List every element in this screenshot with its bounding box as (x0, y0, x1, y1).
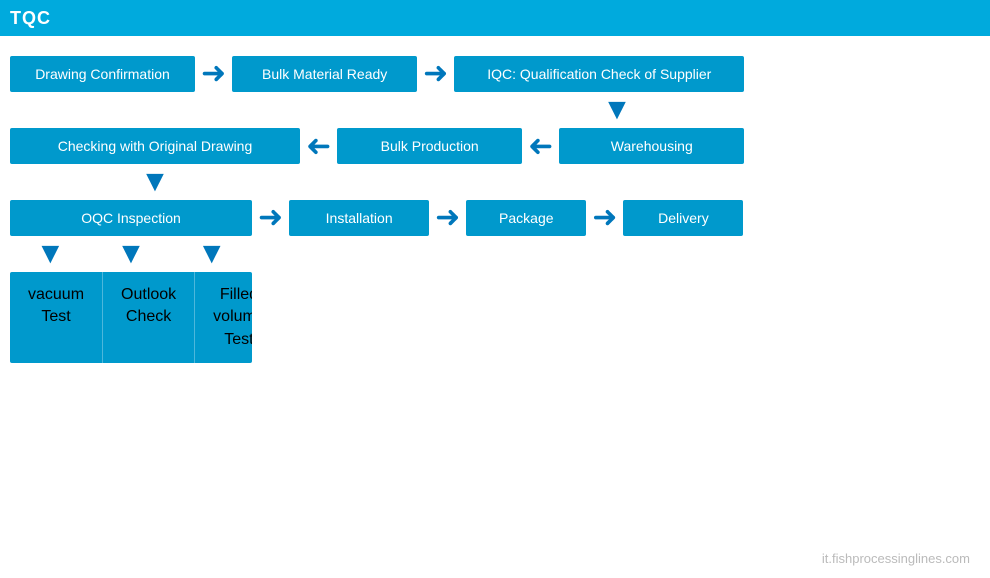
arrow-r2-2: ➜ (522, 131, 559, 161)
arrow-down-outlook: ▼ (116, 239, 146, 269)
box-checking: Checking with Original Drawing (10, 128, 300, 164)
box-drawing-confirmation: Drawing Confirmation (10, 56, 195, 92)
box-oqc-inspection: OQC Inspection (10, 200, 252, 236)
sub-item-vacuum: vacuum Test (10, 272, 103, 363)
arrow-r1-1: ➜ (195, 59, 232, 89)
arrow-r3-3: ➜ (586, 203, 623, 233)
arrow-down-iqc: ▼ (602, 95, 632, 125)
arrow-down-checking: ▼ (140, 167, 170, 197)
box-warehousing: Warehousing (559, 128, 744, 164)
sub-arrows-container: ▼ ▼ ▼ (10, 236, 252, 272)
sub-filled-line2: Test (213, 329, 252, 351)
arrow-down-vacuum: ▼ (35, 239, 65, 269)
arrow-r1-2: ➜ (417, 59, 454, 89)
arrow-r2-1: ➜ (300, 131, 337, 161)
sub-vacuum-line2: Test (28, 306, 84, 328)
header-title: TQC (10, 8, 51, 29)
box-bulk-production: Bulk Production (337, 128, 522, 164)
header-arrow-decoration (960, 0, 990, 36)
watermark: it.fishprocessinglines.com (822, 551, 970, 566)
flow-row-2: Checking with Original Drawing ➜ Bulk Pr… (10, 128, 980, 164)
arrow-down-iqc-container: ▼ (10, 92, 980, 128)
sub-outlook-line1: Outlook (121, 284, 176, 306)
box-installation: Installation (289, 200, 429, 236)
flow-row-3: OQC Inspection ➜ Installation ➜ Package … (10, 200, 980, 236)
sub-outlook-line2: Check (121, 306, 176, 328)
sub-item-outlook: Outlook Check (103, 272, 195, 363)
arrow-down-checking-container: ▼ (10, 164, 980, 200)
header: TQC (0, 0, 990, 36)
box-package: Package (466, 200, 586, 236)
flow-diagram: Drawing Confirmation ➜ Bulk Material Rea… (0, 36, 990, 363)
arrow-r3-1: ➜ (252, 203, 289, 233)
box-iqc: IQC: Qualification Check of Supplier (454, 56, 744, 92)
sub-filled-line1: Filled volume (213, 284, 252, 329)
sub-box-group: vacuum Test Outlook Check Filled volume … (10, 272, 252, 363)
sub-vacuum-line1: vacuum (28, 284, 84, 306)
box-delivery: Delivery (623, 200, 743, 236)
arrow-r3-2: ➜ (429, 203, 466, 233)
sub-item-filled: Filled volume Test (195, 272, 252, 363)
flow-row-1: Drawing Confirmation ➜ Bulk Material Rea… (10, 56, 980, 92)
flow-row-4: vacuum Test Outlook Check Filled volume … (10, 272, 252, 363)
box-bulk-material-ready: Bulk Material Ready (232, 56, 417, 92)
arrow-down-filled: ▼ (197, 239, 227, 269)
